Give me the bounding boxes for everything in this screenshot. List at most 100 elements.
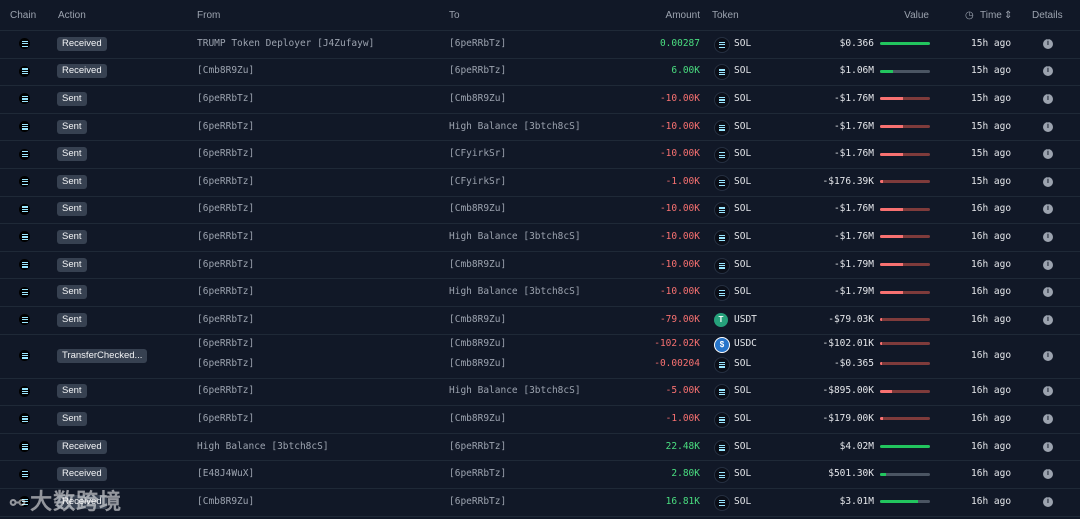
action-badge[interactable]: Received [57, 36, 107, 51]
info-icon[interactable]: i [1043, 287, 1053, 298]
to-address[interactable]: [6peRRbTz] [449, 441, 506, 452]
table-row[interactable]: Sent [6peRRbTz] [Cmb8R9Zu] -10.00K SOL -$1.79… [0, 251, 1080, 280]
to-address[interactable]: [Cmb8R9Zu] [449, 203, 506, 214]
action-badge[interactable]: Sent [57, 229, 87, 244]
info-icon[interactable]: i [1043, 231, 1053, 242]
action-badge[interactable]: Sent [57, 285, 87, 300]
table-row[interactable]: Received [Cmb8R9Zu] [6peRRbTz] 6.00K SOL $1.0… [0, 58, 1080, 87]
header-time[interactable]: Time [980, 10, 1002, 21]
info-icon[interactable]: i [1043, 314, 1053, 325]
from-address[interactable]: [6peRRbTz] [197, 231, 254, 242]
value-bar-fill [880, 472, 886, 476]
from-address[interactable]: [6peRRbTz] [197, 203, 254, 214]
header-value[interactable]: Value [904, 10, 929, 21]
to-address[interactable]: High Balance [3btch8cS] [449, 286, 581, 297]
from-address[interactable]: [6peRRbTz] [197, 93, 254, 104]
info-icon[interactable]: i [1043, 469, 1053, 480]
info-icon[interactable]: i [1043, 149, 1053, 160]
table-row[interactable]: Sent [6peRRbTz] [CFyirkSr] -1.00K SOL -$176.3… [0, 168, 1080, 197]
table-row[interactable]: Received TRUMP Token Deployer [J4Zufayw] [… [0, 30, 1080, 59]
to-address[interactable]: [Cmb8R9Zu] [449, 259, 506, 270]
to-address[interactable]: [6peRRbTz] [449, 496, 506, 507]
table-row[interactable]: Sent [6peRRbTz] High Balance [3btch8cS] -10… [0, 223, 1080, 252]
table-row[interactable]: Sent [6peRRbTz] [Cmb8R9Zu] -1.00K SOL -$179.0… [0, 405, 1080, 434]
table-row[interactable]: Received High Balance [3btch8cS] [6peRRbTz… [0, 433, 1080, 462]
info-icon[interactable]: i [1043, 259, 1053, 270]
from-address[interactable]: [Cmb8R9Zu] [197, 496, 254, 507]
table-row[interactable]: Sent [6peRRbTz] [Cmb8R9Zu] -10.00K SOL -$1.76… [0, 85, 1080, 114]
action-badge[interactable]: Received [57, 467, 107, 482]
to-address[interactable]: [Cmb8R9Zu] [449, 358, 506, 369]
action-badge[interactable]: Sent [57, 384, 87, 399]
to-address[interactable]: [CFyirkSr] [449, 148, 506, 159]
sol-token-icon [714, 494, 730, 511]
value-bar [880, 207, 930, 211]
info-icon[interactable]: i [1043, 496, 1053, 507]
from-address[interactable]: [6peRRbTz] [197, 413, 254, 424]
to-address[interactable]: High Balance [3btch8cS] [449, 121, 581, 132]
info-icon[interactable]: i [1043, 204, 1053, 215]
value: -$1.76M [833, 92, 874, 104]
from-address[interactable]: High Balance [3btch8cS] [197, 441, 329, 452]
to-address[interactable]: [Cmb8R9Zu] [449, 338, 506, 349]
token-name: SOL [734, 120, 752, 132]
to-address[interactable]: High Balance [3btch8cS] [449, 231, 581, 242]
from-address[interactable]: [6peRRbTz] [197, 121, 254, 132]
from-address[interactable]: [6peRRbTz] [197, 385, 254, 396]
table-row[interactable]: TransferChecked... [6peRRbTz] [Cmb8R9Zu] -1… [0, 334, 1080, 379]
from-address[interactable]: [E48J4WuX] [197, 468, 254, 479]
token-name: SOL [734, 65, 752, 77]
from-address[interactable]: [6peRRbTz] [197, 286, 254, 297]
info-icon[interactable]: i [1043, 121, 1053, 132]
to-address[interactable]: [Cmb8R9Zu] [449, 93, 506, 104]
to-address[interactable]: [6peRRbTz] [449, 65, 506, 76]
action-badge[interactable]: Sent [57, 119, 87, 134]
info-icon[interactable]: i [1043, 350, 1053, 361]
info-icon[interactable]: i [1043, 66, 1053, 77]
info-icon[interactable]: i [1043, 176, 1053, 187]
sol-token-icon [714, 147, 730, 164]
to-address[interactable]: [Cmb8R9Zu] [449, 413, 506, 424]
from-address[interactable]: [Cmb8R9Zu] [197, 65, 254, 76]
sort-icon[interactable]: ⇕ [1004, 10, 1012, 21]
action-badge[interactable]: Sent [57, 312, 87, 327]
to-address[interactable]: [Cmb8R9Zu] [449, 314, 506, 325]
from-address[interactable]: [6peRRbTz] [197, 176, 254, 187]
solana-icon [19, 259, 30, 271]
from-address[interactable]: [6peRRbTz] [197, 148, 254, 159]
from-address[interactable]: TRUMP Token Deployer [J4Zufayw] [197, 38, 374, 49]
table-row[interactable]: Sent [6peRRbTz] High Balance [3btch8cS] -10… [0, 278, 1080, 307]
from-address[interactable]: [6peRRbTz] [197, 259, 254, 270]
to-address[interactable]: [6peRRbTz] [449, 38, 506, 49]
action-badge[interactable]: Received [57, 64, 107, 79]
table-row[interactable]: Sent [6peRRbTz] High Balance [3btch8cS] -10… [0, 113, 1080, 142]
action-badge[interactable]: TransferChecked... [57, 348, 148, 363]
table-row[interactable]: Sent [6peRRbTz] High Balance [3btch8cS] -5.… [0, 378, 1080, 407]
action-badge[interactable]: Sent [57, 257, 87, 272]
solana-icon [19, 413, 30, 425]
from-address[interactable]: [6peRRbTz] [197, 314, 254, 325]
info-icon[interactable]: i [1043, 93, 1053, 104]
table-row[interactable]: Sent [6peRRbTz] [Cmb8R9Zu] -10.00K SOL -$1.76… [0, 196, 1080, 225]
action-badge[interactable]: Sent [57, 411, 87, 426]
table-row[interactable]: Received [E48J4WuX] [6peRRbTz] 2.80K SOL $501… [0, 460, 1080, 489]
to-address[interactable]: [CFyirkSr] [449, 176, 506, 187]
to-address[interactable]: High Balance [3btch8cS] [449, 385, 581, 396]
info-icon[interactable]: i [1043, 386, 1053, 397]
from-address[interactable]: [6peRRbTz] [197, 338, 254, 349]
value-bar-fill [880, 389, 892, 393]
table-row[interactable]: Received [Cmb8R9Zu] [6peRRbTz] 16.81K SOL $3.… [0, 488, 1080, 517]
action-badge[interactable]: Sent [57, 147, 87, 162]
table-row[interactable]: Sent [6peRRbTz] [Cmb8R9Zu] -79.00K T USDT -$79… [0, 306, 1080, 335]
info-icon[interactable]: i [1043, 413, 1053, 424]
info-icon[interactable]: i [1043, 441, 1053, 452]
action-badge[interactable]: Sent [57, 174, 87, 189]
action-badge[interactable]: Sent [57, 202, 87, 217]
info-icon[interactable]: i [1043, 38, 1053, 49]
to-address[interactable]: [6peRRbTz] [449, 468, 506, 479]
table-row[interactable]: Sent [6peRRbTz] [CFyirkSr] -10.00K SOL -$1.76… [0, 140, 1080, 169]
action-badge[interactable]: Received [57, 439, 107, 454]
header-amount[interactable]: Amount [666, 10, 700, 21]
action-badge[interactable]: Sent [57, 91, 87, 106]
from-address[interactable]: [6peRRbTz] [197, 358, 254, 369]
